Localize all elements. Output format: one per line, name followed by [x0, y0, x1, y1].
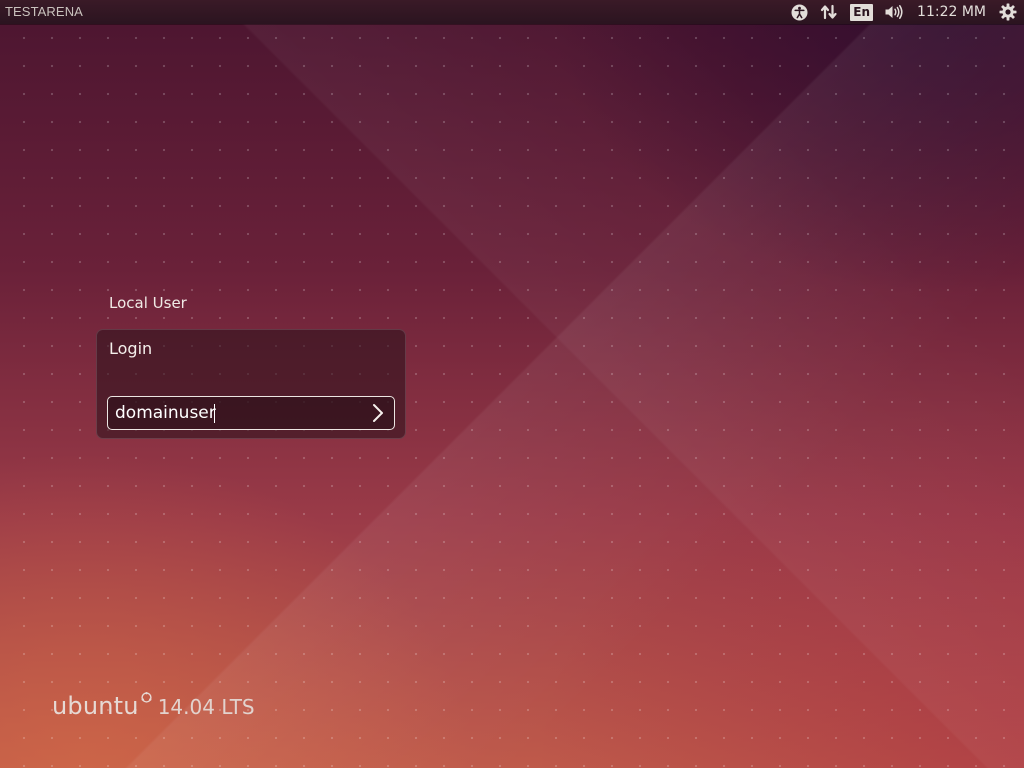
username-input[interactable]	[108, 398, 362, 428]
indicator-area: En 11:22 MM	[788, 0, 1018, 24]
hostname-label: TESTARENA	[5, 4, 83, 19]
top-panel: TESTARENA En 11:22 MM	[0, 0, 1024, 24]
session-gear-icon[interactable]	[998, 0, 1018, 24]
accessibility-icon[interactable]	[788, 0, 810, 24]
user-label[interactable]: Local User	[109, 294, 187, 312]
username-field	[107, 396, 395, 430]
submit-button[interactable]	[362, 397, 394, 429]
login-title: Login	[109, 339, 153, 358]
volume-icon[interactable]	[883, 0, 905, 24]
circle-of-friends-icon	[141, 688, 152, 707]
chevron-right-icon	[373, 404, 383, 422]
clock[interactable]: 11:22 MM	[917, 4, 986, 20]
network-icon[interactable]	[818, 0, 840, 24]
logo-wordmark: ubuntu	[52, 692, 139, 720]
keyboard-layout-label: En	[850, 3, 874, 21]
text-cursor	[214, 404, 215, 423]
ubuntu-logo: ubuntu 14.04 LTS	[52, 692, 255, 720]
keyboard-layout-indicator[interactable]: En	[850, 0, 874, 24]
logo-version: 14.04 LTS	[157, 695, 255, 719]
login-card: Login	[96, 329, 406, 439]
